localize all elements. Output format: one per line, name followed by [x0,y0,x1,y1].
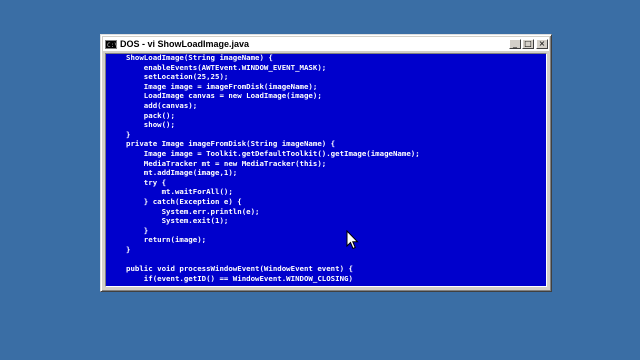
maximize-button[interactable]: □ [522,39,534,49]
code-line[interactable]: pack(); [126,111,420,121]
code-line[interactable]: } [126,226,420,236]
code-line[interactable]: private Image imageFromDisk(String image… [126,139,420,149]
code-line[interactable]: LoadImage canvas = new LoadImage(image); [126,91,420,101]
console-area[interactable]: ShowLoadImage(String imageName) { enable… [105,53,547,287]
code-line[interactable]: add(canvas); [126,101,420,111]
code-line[interactable]: setLocation(25,25); [126,72,420,82]
mouse-pointer-icon [346,230,359,250]
code-line[interactable]: Image image = imageFromDisk(imageName); [126,82,420,92]
code-line[interactable]: enableEvents(AWTEvent.WINDOW_EVENT_MASK)… [126,63,420,73]
code-line[interactable]: } [126,130,420,140]
code-line[interactable]: } catch(Exception e) { [126,197,420,207]
code-line[interactable]: ShowLoadImage(String imageName) { [126,54,420,63]
dos-window[interactable]: C:\ DOS - vi ShowLoadImage.java _ □ × Sh… [100,34,552,292]
close-button[interactable]: × [536,39,548,49]
dos-prompt-icon[interactable]: C:\ [105,39,118,49]
code-editor-text[interactable]: ShowLoadImage(String imageName) { enable… [126,54,420,284]
code-line[interactable]: public void processWindowEvent(WindowEve… [126,264,420,274]
code-line[interactable]: MediaTracker mt = new MediaTracker(this)… [126,159,420,169]
code-line[interactable]: if(event.getID() == WindowEvent.WINDOW_C… [126,274,420,284]
desktop: C:\ DOS - vi ShowLoadImage.java _ □ × Sh… [0,0,640,360]
code-line[interactable]: System.err.println(e); [126,207,420,217]
window-controls: _ □ × [508,39,548,49]
code-line[interactable]: } [126,245,420,255]
code-line[interactable]: try { [126,178,420,188]
code-line[interactable]: return(image); [126,235,420,245]
title-bar[interactable]: C:\ DOS - vi ShowLoadImage.java _ □ × [103,37,549,51]
code-line[interactable]: System.exit(1); [126,216,420,226]
code-line[interactable]: show(); [126,120,420,130]
code-line[interactable]: mt.addImage(image,1); [126,168,420,178]
minimize-button[interactable]: _ [509,39,521,49]
window-title: DOS - vi ShowLoadImage.java [120,39,250,49]
code-line[interactable]: Image image = Toolkit.getDefaultToolkit(… [126,149,420,159]
code-line[interactable]: mt.waitForAll(); [126,187,420,197]
code-line[interactable] [126,254,420,264]
